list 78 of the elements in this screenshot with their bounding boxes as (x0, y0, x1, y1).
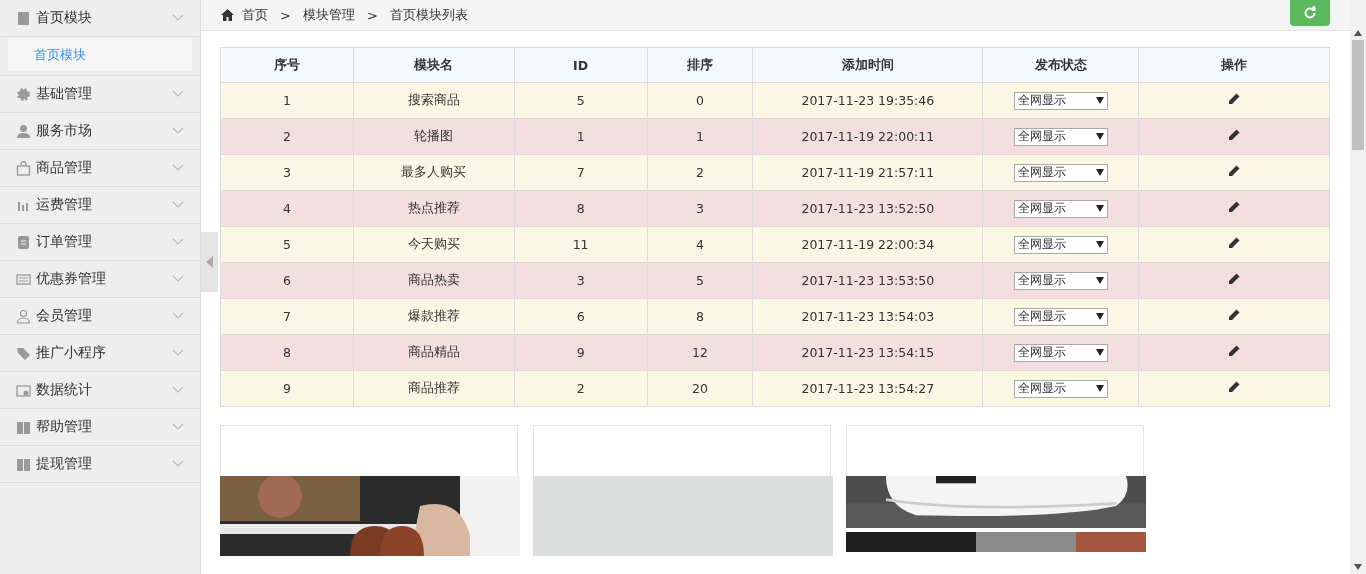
table-cell: 0 (647, 82, 753, 119)
breadcrumb-item[interactable]: 模块管理 (302, 6, 355, 24)
table-cell: 2017-11-23 13:54:03 (752, 298, 983, 335)
table-cell: 4 (220, 190, 354, 227)
column-header: 操作 (1138, 47, 1330, 83)
table-cell: 2017-11-23 19:35:46 (752, 82, 983, 119)
table-cell: 2017-11-19 21:57:11 (752, 154, 983, 191)
table-cell: 8 (647, 298, 753, 335)
table-cell: 6 (220, 262, 354, 299)
sidebar-item[interactable]: 数据统计 (0, 372, 200, 409)
status-select[interactable]: 全网显示 (1013, 271, 1108, 290)
status-select[interactable]: 全网显示 (1013, 199, 1108, 218)
column-header: 添加时间 (752, 47, 983, 83)
table-cell: 11 (514, 226, 648, 263)
table-cell: 搜索商品 (353, 82, 515, 119)
sidebar-item[interactable]: 基础管理 (0, 76, 200, 113)
sidebar-item[interactable]: 会员管理 (0, 298, 200, 335)
table-cell: 3 (220, 154, 354, 191)
sidebar-item[interactable]: 服务市场 (0, 113, 200, 150)
table-cell: 2 (647, 154, 753, 191)
sidebar-item[interactable]: 商品管理 (0, 150, 200, 187)
status-select[interactable]: 全网显示 (1013, 163, 1108, 182)
column-header: 序号 (220, 47, 354, 83)
table-cell: 5 (514, 82, 648, 119)
table-cell: 商品精品 (353, 334, 515, 371)
table-cell: 2017-11-23 13:53:50 (752, 262, 983, 299)
table-cell: 热点推荐 (353, 190, 515, 227)
sidebar-item[interactable]: 订单管理 (0, 224, 200, 261)
table-cell: 5 (220, 226, 354, 263)
table-cell: 2 (220, 118, 354, 155)
sidebar-item[interactable]: 运费管理 (0, 187, 200, 224)
breadcrumb-item[interactable]: 首页 (242, 6, 268, 24)
table-cell: 商品热卖 (353, 262, 515, 299)
sidebar-item[interactable]: 提现管理 (0, 446, 200, 483)
column-header: ID (514, 47, 648, 83)
status-select[interactable]: 全网显示 (1013, 307, 1108, 326)
column-header: 发布状态 (982, 47, 1139, 83)
breadcrumb-item: 首页模块列表 (389, 6, 468, 24)
table-cell: 9 (514, 334, 648, 371)
status-select[interactable]: 全网显示 (1013, 343, 1108, 362)
sidebar-item[interactable]: 推广小程序 (0, 335, 200, 372)
sidebar-item[interactable]: 优惠券管理 (0, 261, 200, 298)
table-cell: 5 (647, 262, 753, 299)
table-cell: 2 (514, 370, 648, 407)
table-cell: 7 (514, 154, 648, 191)
table-cell: 1 (220, 82, 354, 119)
table-cell: 2017-11-23 13:52:50 (752, 190, 983, 227)
table-cell: 9 (220, 370, 354, 407)
table-cell: 最多人购买 (353, 154, 515, 191)
column-header: 模块名 (353, 47, 515, 83)
table-cell: 2017-11-19 22:00:34 (752, 226, 983, 263)
table-cell: 6 (514, 298, 648, 335)
table-cell: 轮播图 (353, 118, 515, 155)
table-cell: 4 (647, 226, 753, 263)
status-select[interactable]: 全网显示 (1013, 379, 1108, 398)
table-cell: 2017-11-19 22:00:11 (752, 118, 983, 155)
table-cell: 8 (220, 334, 354, 371)
sidebar-item[interactable]: 首页模块 (0, 0, 200, 37)
table-cell: 20 (647, 370, 753, 407)
breadcrumb-separator: > (280, 7, 291, 23)
column-header: 排序 (647, 47, 753, 83)
status-select[interactable]: 全网显示 (1013, 127, 1108, 146)
table-cell: 1 (647, 118, 753, 155)
table-cell: 1 (514, 118, 648, 155)
table-cell: 3 (514, 262, 648, 299)
table-cell: 爆款推荐 (353, 298, 515, 335)
breadcrumb-separator: > (366, 7, 378, 23)
table-cell: 3 (647, 190, 753, 227)
table-cell: 今天购买 (353, 226, 515, 263)
status-select[interactable]: 全网显示 (1013, 235, 1108, 254)
table-cell: 12 (647, 334, 753, 371)
table-cell: 2017-11-23 13:54:27 (752, 370, 983, 407)
table-cell: 7 (220, 298, 354, 335)
table-cell: 商品推荐 (353, 370, 515, 407)
table-cell: 8 (514, 190, 648, 227)
sidebar-item[interactable]: 帮助管理 (0, 409, 200, 446)
status-select[interactable]: 全网显示 (1013, 91, 1108, 110)
table-cell: 2017-11-23 13:54:15 (752, 334, 983, 371)
